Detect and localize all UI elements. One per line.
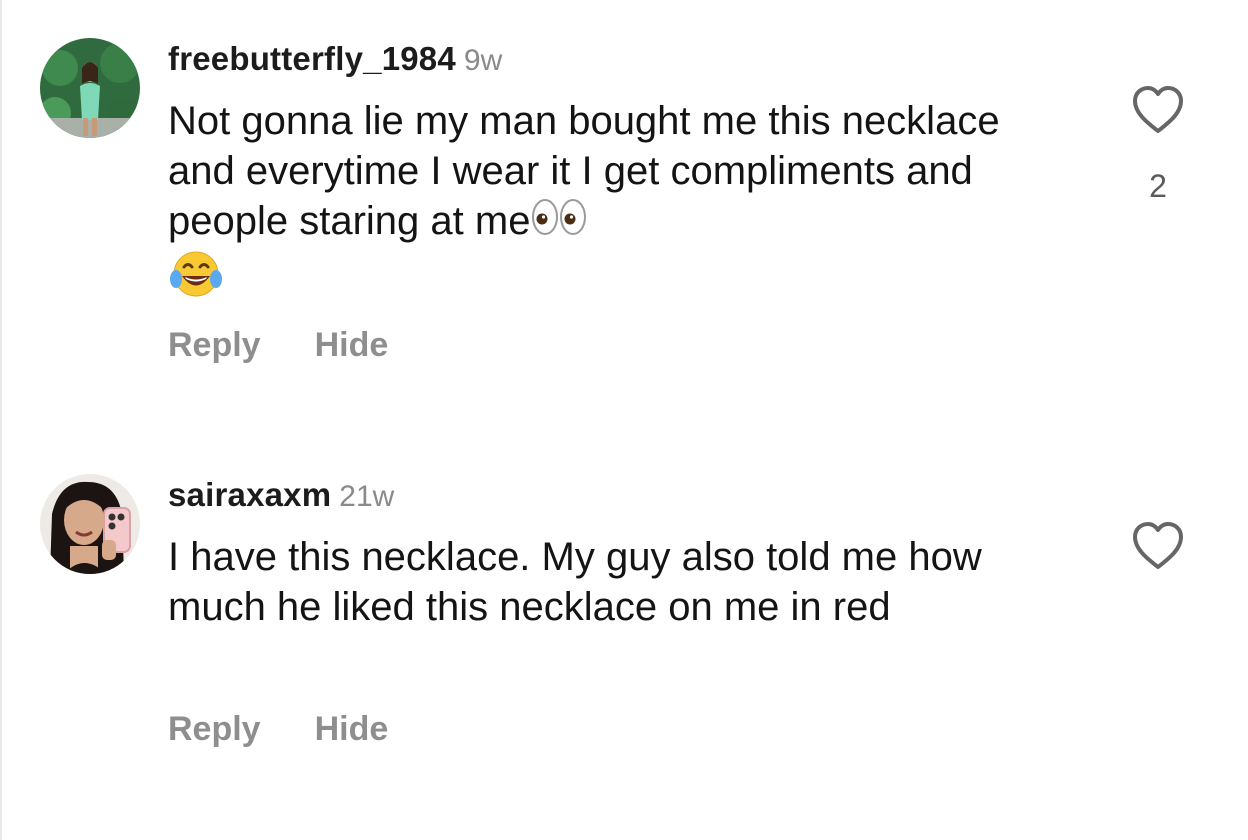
like-heart-icon[interactable] — [1130, 84, 1186, 136]
avatar-image — [40, 38, 140, 138]
comment-username[interactable]: freebutterfly_1984 — [168, 40, 456, 77]
hide-button[interactable]: Hide — [315, 710, 389, 749]
reply-button[interactable]: Reply — [168, 710, 261, 749]
eyes-emoji-icon — [530, 197, 588, 249]
comment-text: I have this necklace. My guy also told m… — [168, 535, 982, 629]
like-heart-icon[interactable] — [1130, 520, 1186, 572]
comment-timestamp: 9w — [463, 44, 503, 77]
comment-username[interactable]: sairaxaxm — [168, 476, 331, 513]
comment-text-block: Not gonna lie my man bought me this neck… — [168, 96, 1038, 311]
avatar[interactable] — [40, 38, 140, 138]
reply-button[interactable]: Reply — [168, 326, 261, 365]
face-with-tears-of-joy-emoji-icon — [168, 249, 224, 311]
avatar[interactable] — [40, 474, 140, 574]
hide-button[interactable]: Hide — [315, 326, 389, 365]
comment-timestamp: 21w — [339, 480, 395, 513]
like-count[interactable]: 2 — [1130, 168, 1186, 205]
left-edge-divider — [0, 0, 2, 840]
avatar-image — [40, 474, 140, 574]
